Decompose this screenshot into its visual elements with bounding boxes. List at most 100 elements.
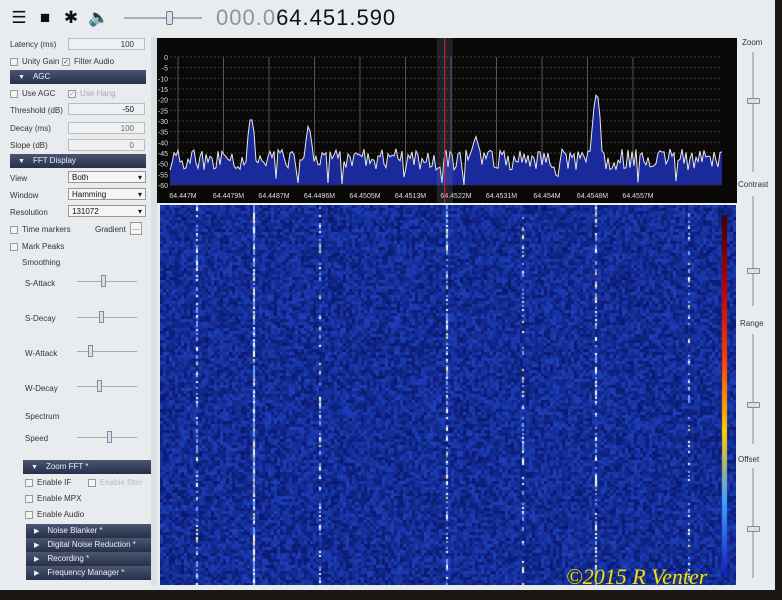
- window-select[interactable]: Hamming: [68, 188, 146, 200]
- unity-gain-checkbox[interactable]: [10, 57, 18, 66]
- resolution-select[interactable]: 131072: [68, 205, 146, 217]
- y-tick-label: -55: [158, 172, 168, 179]
- range-slider[interactable]: [747, 402, 760, 408]
- x-tick-label: 64.4479M: [213, 193, 244, 200]
- contrast-label: Contrast: [738, 180, 769, 189]
- y-tick-label: -35: [158, 130, 168, 137]
- decay-field[interactable]: 100: [68, 122, 145, 134]
- digital-noise-reduction-header[interactable]: ▶ Digital Noise Reduction *: [26, 538, 153, 552]
- gear-icon[interactable]: ✱: [62, 8, 80, 28]
- s-decay-label: S-Decay: [25, 314, 56, 323]
- slope-label: Slope (dB): [10, 141, 48, 150]
- decay-label: Decay (ms): [10, 124, 51, 133]
- toolbar: ☰ ■ ✱ 🔈 000.064.451.590: [0, 0, 775, 36]
- recording-header[interactable]: ▶ Recording *: [26, 552, 153, 566]
- y-tick-label: 0: [164, 55, 168, 62]
- waterfall[interactable]: [160, 205, 736, 585]
- enable-filter-checkbox[interactable]: [88, 478, 96, 487]
- x-tick-label: 64.4548M: [577, 193, 608, 200]
- s-attack-slider[interactable]: [77, 275, 137, 289]
- y-tick-label: -10: [158, 76, 168, 83]
- spectrum-analyzer[interactable]: 0 -5 -10 -15 -20 -25 -30 -35 -40 -45 -50 -55 -60 64.4…: [157, 38, 737, 203]
- mark-peaks-label: Mark Peaks: [22, 242, 65, 251]
- fft-display-header[interactable]: ▼ FFT Display: [10, 154, 146, 168]
- resolution-label: Resolution: [10, 208, 48, 217]
- frequency-leading-digits: 000.0: [216, 5, 277, 30]
- agc-title: AGC: [32, 72, 51, 81]
- w-attack-slider[interactable]: [77, 345, 137, 359]
- filter-audio-checkbox[interactable]: ✓: [62, 57, 70, 66]
- volume-slider[interactable]: [124, 8, 202, 28]
- frequency-digits: 64.451.590: [276, 5, 397, 30]
- x-tick-label: 64.4496M: [304, 193, 335, 200]
- x-tick-label: 64.4505M: [349, 193, 380, 200]
- w-attack-label: W-Attack: [25, 349, 58, 358]
- x-tick-label: 64.447M: [169, 193, 196, 200]
- digital-noise-reduction-title: Digital Noise Reduction *: [47, 540, 136, 549]
- display-controls: Zoom Contrast Range Offset: [738, 36, 770, 586]
- use-hang-label: Use Hang: [80, 89, 116, 98]
- y-tick-label: -40: [158, 140, 168, 147]
- settings-panel: Latency (ms) 100 Unity Gain ✓ Filter Audi…: [5, 37, 157, 585]
- agc-header[interactable]: ▼ AGC: [10, 70, 146, 84]
- unity-gain-label: Unity Gain: [22, 57, 60, 66]
- waterfall-canvas: [160, 205, 736, 585]
- use-agc-checkbox[interactable]: [10, 89, 18, 98]
- gradient-button[interactable]: ...: [130, 222, 142, 235]
- speed-slider[interactable]: [77, 431, 137, 445]
- offset-slider[interactable]: [747, 526, 760, 532]
- x-tick-label: 64.4513M: [395, 193, 426, 200]
- noise-blanker-header[interactable]: ▶ Noise Blanker *: [26, 524, 153, 538]
- offset-label: Offset: [738, 455, 760, 464]
- enable-audio-label: Enable Audio: [37, 510, 85, 519]
- time-markers-label: Time markers: [22, 225, 71, 234]
- y-tick-label: -60: [158, 183, 168, 190]
- latency-label: Latency (ms): [10, 40, 57, 49]
- frequency-display[interactable]: 000.064.451.590: [216, 5, 396, 31]
- view-select[interactable]: Both: [68, 171, 146, 183]
- y-tick-label: -50: [158, 162, 168, 169]
- y-tick-label: -25: [158, 108, 168, 115]
- speaker-icon[interactable]: 🔈: [88, 8, 109, 28]
- x-tick-label: 64.4487M: [258, 193, 289, 200]
- gradient-label: Gradient: [95, 225, 126, 234]
- time-markers-checkbox[interactable]: [10, 225, 18, 234]
- window-label: Window: [10, 191, 39, 200]
- hamburger-icon[interactable]: ☰: [10, 8, 28, 28]
- smoothing-label: Smoothing: [22, 258, 61, 267]
- threshold-field[interactable]: -50: [68, 103, 145, 115]
- latency-field[interactable]: 100: [68, 38, 145, 50]
- y-tick-label: -20: [158, 98, 168, 105]
- y-tick-label: -15: [158, 87, 168, 94]
- x-tick-label: 64.454M: [533, 193, 560, 200]
- contrast-slider[interactable]: [747, 268, 760, 274]
- stop-icon[interactable]: ■: [36, 8, 54, 28]
- mark-peaks-checkbox[interactable]: [10, 242, 18, 251]
- filter-audio-label: Filter Audio: [74, 57, 115, 66]
- use-hang-checkbox[interactable]: ✓: [68, 89, 76, 98]
- frequency-manager-title: Frequency Manager *: [47, 568, 125, 577]
- threshold-label: Threshold (dB): [10, 106, 63, 115]
- spectrum-plot: 0-5-10-15-20-25-30-35-40-45-50-55-6064.4…: [158, 38, 723, 203]
- zoom-slider[interactable]: [747, 98, 760, 104]
- fft-display-title: FFT Display: [32, 156, 76, 165]
- s-decay-slider[interactable]: [77, 311, 137, 325]
- enable-mpx-checkbox[interactable]: [25, 494, 33, 503]
- enable-audio-checkbox[interactable]: [25, 510, 33, 519]
- zoom-fft-title: Zoom FFT *: [45, 462, 89, 471]
- y-tick-label: -5: [162, 66, 168, 73]
- frequency-manager-header[interactable]: ▶ Frequency Manager *: [26, 566, 153, 580]
- y-tick-label: -45: [158, 151, 168, 158]
- use-agc-label: Use AGC: [22, 89, 56, 98]
- watermark: ©2015 R Venter: [566, 564, 708, 589]
- enable-if-checkbox[interactable]: [25, 478, 33, 487]
- zoom-fft-header[interactable]: ▼ Zoom FFT *: [23, 460, 151, 474]
- zoom-label: Zoom: [742, 38, 763, 47]
- enable-if-label: Enable IF: [37, 478, 72, 487]
- slope-field[interactable]: 0: [68, 139, 145, 151]
- speed-label: Speed: [25, 434, 49, 443]
- enable-mpx-label: Enable MPX: [37, 494, 82, 503]
- w-decay-slider[interactable]: [77, 380, 137, 394]
- recording-title: Recording *: [47, 554, 90, 563]
- range-label: Range: [740, 319, 764, 328]
